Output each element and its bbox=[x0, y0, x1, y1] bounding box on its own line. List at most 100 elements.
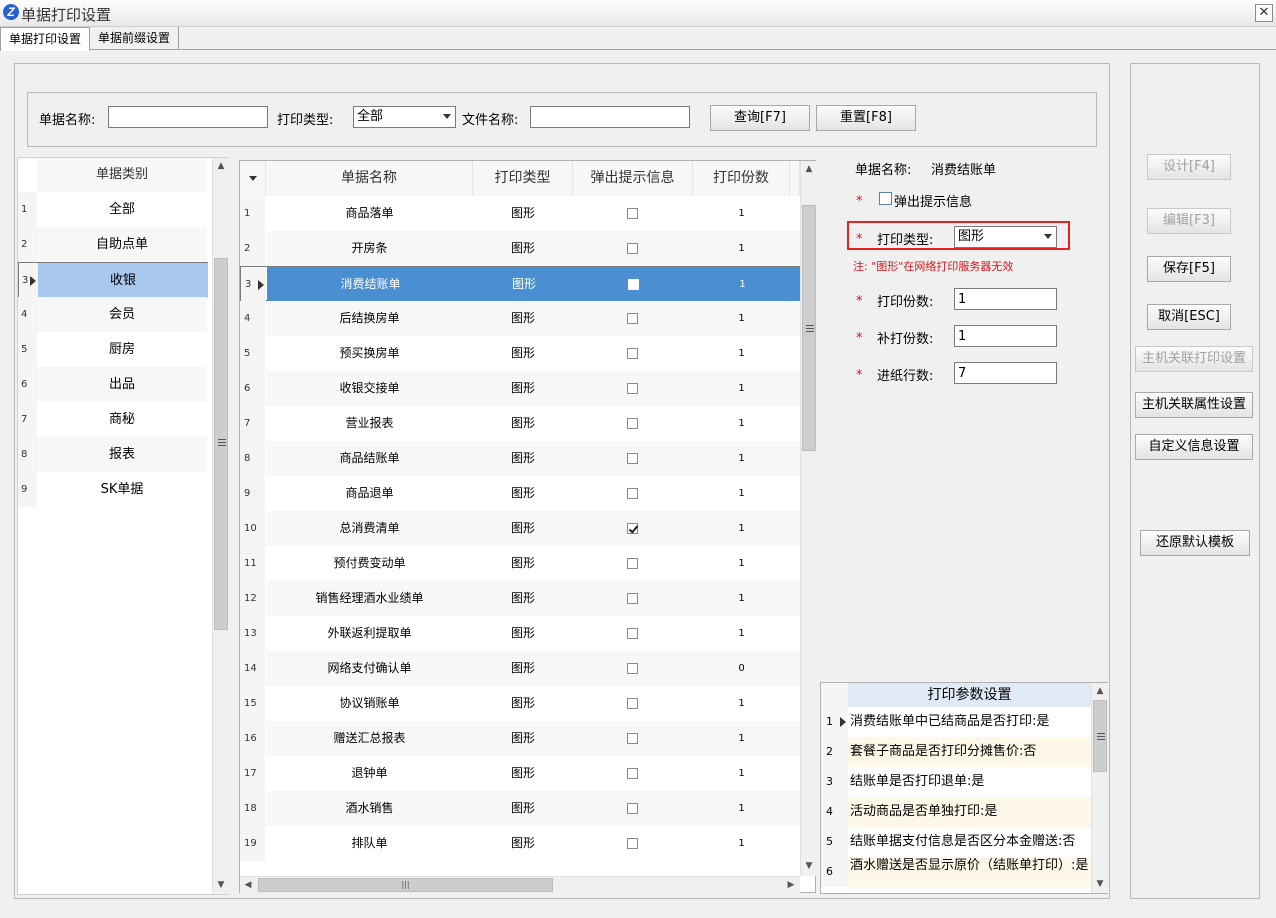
popup-checkbox[interactable] bbox=[627, 768, 638, 779]
row-number: 18 bbox=[240, 791, 265, 826]
popup-checkbox[interactable] bbox=[627, 593, 638, 604]
table-row[interactable]: 16 赠送汇总报表 图形 1 bbox=[240, 721, 800, 756]
file-filter-input[interactable] bbox=[530, 106, 690, 128]
col-header-name[interactable]: 单据名称 bbox=[266, 161, 473, 196]
tab-prefix-settings[interactable]: 单据前缀设置 bbox=[90, 27, 180, 50]
param-row[interactable]: 4 活动商品是否单独打印:是 bbox=[821, 797, 1091, 827]
popup-checkbox[interactable] bbox=[627, 418, 638, 429]
table-row[interactable]: 10 总消费清单 图形 1 bbox=[240, 511, 800, 546]
scroll-up-icon[interactable]: ▲ bbox=[1092, 683, 1108, 700]
param-row[interactable]: 1 消费结账单中已结商品是否打印:是 bbox=[821, 707, 1091, 737]
category-item[interactable]: 1 全部 bbox=[18, 192, 208, 227]
popup-checkbox[interactable] bbox=[627, 663, 638, 674]
scroll-thumb[interactable] bbox=[214, 258, 228, 630]
col-header-popup[interactable]: 弹出提示信息 bbox=[573, 161, 693, 196]
table-row[interactable]: 19 排队单 图形 1 bbox=[240, 826, 800, 861]
table-row[interactable]: 3 消费结账单 图形 1 bbox=[240, 266, 801, 302]
col-header-copies[interactable]: 打印份数 bbox=[693, 161, 790, 196]
popup-checkbox[interactable] bbox=[627, 558, 638, 569]
scroll-up-icon[interactable]: ▲ bbox=[213, 158, 229, 175]
popup-checkbox[interactable] bbox=[627, 208, 638, 219]
scroll-thumb[interactable] bbox=[802, 205, 816, 451]
table-row[interactable]: 13 外联返利提取单 图形 1 bbox=[240, 616, 800, 651]
popup-checkbox[interactable] bbox=[879, 192, 892, 205]
popup-checkbox[interactable] bbox=[627, 313, 638, 324]
popup-checkbox[interactable] bbox=[627, 838, 638, 849]
popup-checkbox[interactable] bbox=[627, 628, 638, 639]
grid-vertical-scrollbar[interactable]: ▲ ▼ bbox=[800, 161, 817, 876]
table-row[interactable]: 15 协议销账单 图形 1 bbox=[240, 686, 800, 721]
category-item[interactable]: 8 报表 bbox=[18, 437, 208, 472]
table-row[interactable]: 2 开房条 图形 1 bbox=[240, 231, 800, 266]
edit-button[interactable]: 编辑[F3] bbox=[1147, 208, 1231, 234]
table-row[interactable]: 5 预买换房单 图形 1 bbox=[240, 336, 800, 371]
category-item[interactable]: 7 商秘 bbox=[18, 402, 208, 437]
category-item[interactable]: 4 会员 bbox=[18, 297, 208, 332]
table-row[interactable]: 6 收银交接单 图形 1 bbox=[240, 371, 800, 406]
scroll-down-icon[interactable]: ▼ bbox=[801, 858, 817, 875]
category-item[interactable]: 2 自助点单 bbox=[18, 227, 208, 262]
scroll-left-icon[interactable]: ◀ bbox=[240, 877, 256, 894]
cell-filler bbox=[790, 686, 800, 721]
table-row[interactable]: 1 商品落单 图形 1 bbox=[240, 196, 800, 231]
category-item[interactable]: 5 厨房 bbox=[18, 332, 208, 367]
table-row[interactable]: 17 退钟单 图形 1 bbox=[240, 756, 800, 791]
feed-input[interactable] bbox=[954, 362, 1057, 384]
host-attr-settings-button[interactable]: 主机关联属性设置 bbox=[1135, 392, 1253, 418]
table-row[interactable]: 9 商品退单 图形 1 bbox=[240, 476, 800, 511]
param-row[interactable]: 5 结账单据支付信息是否区分本金赠送:否 bbox=[821, 827, 1091, 857]
popup-checkbox-label[interactable]: 弹出提示信息 bbox=[894, 191, 972, 210]
scroll-down-icon[interactable]: ▼ bbox=[1092, 876, 1108, 893]
table-row[interactable]: 14 网络支付确认单 图形 0 bbox=[240, 651, 800, 686]
host-print-settings-button[interactable]: 主机关联打印设置 bbox=[1135, 346, 1253, 372]
close-icon[interactable]: ✕ bbox=[1255, 4, 1273, 22]
cell-name: 商品退单 bbox=[345, 486, 394, 500]
popup-checkbox[interactable] bbox=[627, 803, 638, 814]
grid-horizontal-scrollbar[interactable]: ◀ ||| ▶ bbox=[240, 876, 800, 893]
category-item[interactable]: 6 出品 bbox=[18, 367, 208, 402]
popup-checkbox[interactable] bbox=[627, 488, 638, 499]
popup-checkbox[interactable] bbox=[627, 348, 638, 359]
popup-checkbox[interactable] bbox=[627, 453, 638, 464]
scroll-thumb[interactable]: ||| bbox=[258, 878, 553, 892]
popup-checkbox[interactable] bbox=[627, 523, 638, 534]
scroll-down-icon[interactable]: ▼ bbox=[213, 877, 229, 894]
restore-template-button[interactable]: 还原默认模板 bbox=[1140, 530, 1250, 556]
design-button[interactable]: 设计[F4] bbox=[1147, 154, 1231, 180]
popup-checkbox[interactable] bbox=[627, 733, 638, 744]
table-row[interactable]: 18 酒水销售 图形 1 bbox=[240, 791, 800, 826]
cancel-button[interactable]: 取消[ESC] bbox=[1147, 304, 1231, 330]
table-row[interactable]: 8 商品结账单 图形 1 bbox=[240, 441, 800, 476]
type-filter-select[interactable]: 全部 bbox=[353, 106, 456, 128]
reset-button[interactable]: 重置[F8] bbox=[816, 105, 916, 131]
param-text: 活动商品是否单独打印:是 bbox=[848, 797, 1091, 827]
print-type-note: 注: "图形"在网络打印服务器无效 bbox=[853, 260, 1014, 273]
col-header-type[interactable]: 打印类型 bbox=[473, 161, 573, 196]
save-button[interactable]: 保存[F5] bbox=[1147, 256, 1231, 282]
param-row[interactable]: 6 酒水赠送是否显示原价（结账单打印）:是 bbox=[821, 857, 1091, 887]
popup-checkbox[interactable] bbox=[627, 243, 638, 254]
table-row[interactable]: 11 预付费变动单 图形 1 bbox=[240, 546, 800, 581]
param-row[interactable]: 3 结账单是否打印退单:是 bbox=[821, 767, 1091, 797]
category-item[interactable]: 3 收银 bbox=[18, 262, 208, 298]
custom-info-button[interactable]: 自定义信息设置 bbox=[1135, 434, 1253, 460]
scroll-right-icon[interactable]: ▶ bbox=[783, 877, 799, 894]
name-filter-input[interactable] bbox=[108, 106, 268, 128]
popup-checkbox[interactable] bbox=[627, 698, 638, 709]
table-row[interactable]: 4 后结换房单 图形 1 bbox=[240, 301, 800, 336]
popup-checkbox[interactable] bbox=[627, 383, 638, 394]
copies-input[interactable] bbox=[954, 288, 1057, 310]
category-scrollbar[interactable]: ▲ ▼ bbox=[212, 158, 229, 894]
reprint-input[interactable] bbox=[954, 325, 1057, 347]
query-button[interactable]: 查询[F7] bbox=[710, 105, 810, 131]
table-row[interactable]: 12 销售经理酒水业绩单 图形 1 bbox=[240, 581, 800, 616]
scroll-up-icon[interactable]: ▲ bbox=[801, 161, 817, 178]
tab-print-settings[interactable]: 单据打印设置 bbox=[0, 27, 91, 51]
detail-type-select[interactable]: 图形 bbox=[954, 226, 1057, 248]
table-row[interactable]: 7 营业报表 图形 1 bbox=[240, 406, 800, 441]
category-item[interactable]: 9 SK单据 bbox=[18, 472, 208, 507]
scroll-thumb[interactable] bbox=[1093, 700, 1107, 772]
popup-checkbox[interactable] bbox=[628, 279, 639, 290]
params-scrollbar[interactable]: ▲ ▼ bbox=[1091, 683, 1108, 893]
param-row[interactable]: 2 套餐子商品是否打印分摊售价:否 bbox=[821, 737, 1091, 767]
